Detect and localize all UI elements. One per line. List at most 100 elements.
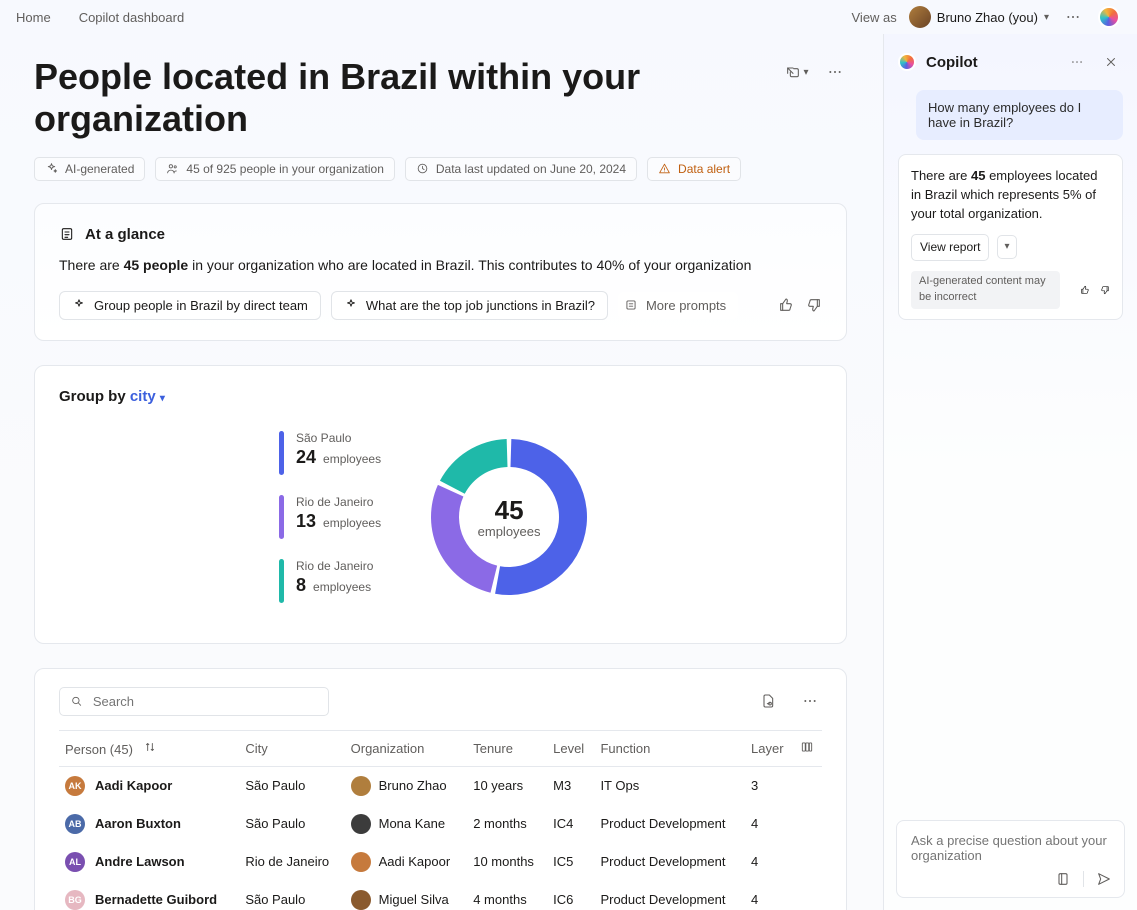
top-bar: Home Copilot dashboard View as Bruno Zha… [0, 0, 1137, 34]
thumbs-up-icon[interactable] [1080, 283, 1090, 297]
legend-item[interactable]: Rio de Janeiro 13 employees [279, 495, 381, 539]
cell-org: Aadi Kapoor [379, 854, 451, 869]
main-content: People located in Brazil within your org… [0, 34, 883, 910]
notebook-icon[interactable] [1055, 871, 1071, 887]
people-table-card: Person (45) City Organization Tenure Lev… [34, 668, 847, 910]
table-more-button[interactable] [798, 689, 822, 713]
thumbs-down-icon[interactable] [806, 297, 822, 313]
ai-message: There are 45 employees located in Brazil… [898, 154, 1123, 320]
list-icon [624, 298, 638, 312]
avatar [351, 814, 371, 834]
search-input[interactable] [59, 687, 329, 716]
cell-layer: 4 [745, 843, 794, 881]
avatar [351, 776, 371, 796]
col-org[interactable]: Organization [345, 730, 468, 766]
clock-icon [416, 162, 429, 175]
copilot-input[interactable] [896, 820, 1125, 898]
close-icon [1104, 55, 1118, 69]
col-level[interactable]: Level [547, 730, 594, 766]
legend-item[interactable]: Rio de Janeiro 8 employees [279, 559, 381, 603]
col-person[interactable]: Person (45) [59, 730, 239, 766]
breadcrumb-home[interactable]: Home [16, 10, 51, 25]
more-menu-button[interactable] [1061, 5, 1085, 29]
cell-layer: 4 [745, 805, 794, 843]
copilot-textarea[interactable] [909, 831, 1112, 871]
cell-level: M3 [547, 766, 594, 805]
user-picker[interactable]: Bruno Zhao (you) ▾ [909, 6, 1049, 28]
avatar [351, 852, 371, 872]
cell-func: Product Development [594, 805, 745, 843]
cell-level: IC4 [547, 805, 594, 843]
copilot-launcher-button[interactable] [1097, 5, 1121, 29]
copilot-title: Copilot [926, 54, 978, 71]
copilot-panel: Copilot How many employees do I have in … [883, 34, 1137, 910]
cell-city: São Paulo [239, 805, 344, 843]
cell-tenure: 10 months [467, 843, 547, 881]
avatar: BG [65, 890, 85, 910]
legend-swatch [279, 559, 284, 603]
chevron-down-icon: ▾ [1044, 12, 1049, 23]
chart-legend: São Paulo 24 employees Rio de Janeiro 13… [279, 431, 381, 603]
prompt-chip-group-by-team[interactable]: Group people in Brazil by direct team [59, 291, 321, 320]
at-a-glance-body: There are 45 people in your organization… [59, 257, 822, 273]
cell-level: IC6 [547, 881, 594, 910]
cell-org: Miguel Silva [379, 892, 449, 907]
cell-org: Bruno Zhao [379, 778, 447, 793]
view-report-button[interactable]: View report [911, 234, 989, 261]
donut-center-label: employees [478, 524, 541, 539]
search-field[interactable] [91, 693, 318, 710]
search-icon [70, 694, 83, 708]
avatar [909, 6, 931, 28]
view-report-dropdown[interactable]: ▾ [997, 235, 1016, 260]
thumbs-up-icon[interactable] [778, 297, 794, 313]
page-more-button[interactable] [823, 60, 847, 84]
cell-layer: 4 [745, 881, 794, 910]
group-by-selector[interactable]: city ▾ [130, 388, 165, 405]
export-button[interactable] [756, 689, 780, 713]
thumbs-down-icon[interactable] [1100, 283, 1110, 297]
data-alert-badge[interactable]: Data alert [647, 157, 741, 181]
donut-center-value: 45 [495, 495, 524, 526]
send-icon[interactable] [1096, 871, 1112, 887]
copilot-more-button[interactable] [1065, 50, 1089, 74]
ai-disclaimer: AI-generated content may be incorrect [911, 271, 1060, 309]
more-prompts-button[interactable]: More prompts [618, 292, 738, 319]
col-tenure[interactable]: Tenure [467, 730, 547, 766]
col-city[interactable]: City [239, 730, 344, 766]
data-updated-badge: Data last updated on June 20, 2024 [405, 157, 637, 181]
donut-chart: 45 employees [425, 433, 593, 601]
table-row[interactable]: AKAadi KapoorSão PauloBruno Zhao10 years… [59, 766, 822, 805]
person-name: Aadi Kapoor [95, 778, 172, 793]
at-a-glance-heading: At a glance [85, 226, 165, 243]
file-lock-icon [760, 693, 776, 709]
sparkle-icon [72, 298, 86, 312]
cell-tenure: 10 years [467, 766, 547, 805]
chevron-down-icon: ▾ [160, 393, 165, 404]
share-button[interactable]: ▾ [785, 60, 809, 84]
sort-icon [143, 740, 157, 754]
prompt-chip-top-jobs[interactable]: What are the top job junctions in Brazil… [331, 291, 608, 320]
col-layer[interactable]: Layer [745, 730, 794, 766]
copilot-logo-icon [1098, 6, 1120, 28]
legend-item[interactable]: São Paulo 24 employees [279, 431, 381, 475]
at-a-glance-card: At a glance There are 45 people in your … [34, 203, 847, 341]
avatar: AK [65, 776, 85, 796]
breadcrumb-dashboard[interactable]: Copilot dashboard [79, 10, 185, 25]
cell-level: IC5 [547, 843, 594, 881]
ai-generated-badge: AI-generated [34, 157, 145, 181]
col-settings[interactable] [794, 730, 822, 766]
people-icon [166, 162, 179, 175]
legend-swatch [279, 495, 284, 539]
table-row[interactable]: ABAaron BuxtonSão PauloMona Kane2 months… [59, 805, 822, 843]
table-row[interactable]: ALAndre LawsonRio de JaneiroAadi Kapoor1… [59, 843, 822, 881]
avatar: AB [65, 814, 85, 834]
person-name: Aaron Buxton [95, 816, 181, 831]
copilot-close-button[interactable] [1099, 50, 1123, 74]
cell-tenure: 4 months [467, 881, 547, 910]
table-row[interactable]: BGBernadette GuibordSão PauloMiguel Silv… [59, 881, 822, 910]
columns-icon [800, 740, 814, 754]
sparkle-icon [45, 162, 58, 175]
user-message: How many employees do I have in Brazil? [916, 90, 1123, 140]
cell-layer: 3 [745, 766, 794, 805]
col-func[interactable]: Function [594, 730, 745, 766]
